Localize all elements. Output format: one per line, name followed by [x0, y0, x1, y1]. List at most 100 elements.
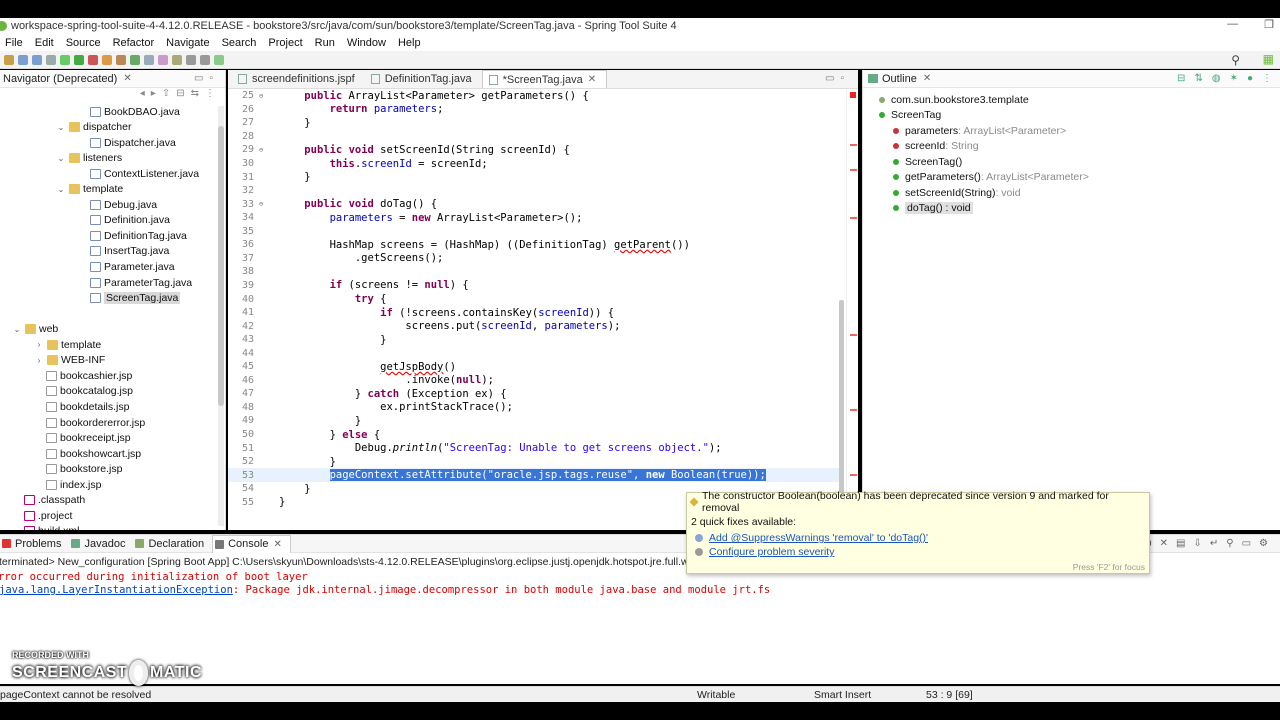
code-line[interactable]: 50 } else {	[228, 428, 840, 442]
code-line[interactable]: 42 screens.put(screenId, parameters);	[228, 319, 840, 333]
outline-item[interactable]: com.sun.bookstore3.template	[879, 92, 1029, 107]
ruler-mark[interactable]	[850, 144, 857, 146]
navigator-item[interactable]: bookcatalog.jsp	[46, 384, 133, 399]
navigator-item[interactable]: ⌄ template	[56, 182, 124, 197]
editor-minmax-icon[interactable]: ▭▫	[825, 73, 850, 84]
view-minmax-icon[interactable]: ▭▫	[194, 73, 219, 84]
navigator-item[interactable]: ⌄ listeners	[56, 151, 122, 166]
code-line[interactable]: 31 }	[228, 170, 840, 184]
navigator-item[interactable]: › template	[34, 337, 102, 352]
open-type-icon[interactable]	[116, 54, 126, 65]
code-line[interactable]: 34 parameters = new ArrayList<Parameter>…	[228, 211, 840, 225]
clear-console-icon[interactable]: ▤	[1176, 538, 1185, 549]
chevron-down-icon[interactable]: ⌄	[56, 185, 66, 194]
pin-icon[interactable]	[214, 54, 224, 65]
ruler-mark[interactable]	[850, 169, 857, 171]
menu-item-navigate[interactable]: Navigate	[161, 37, 216, 49]
code-line[interactable]: 46 .invoke(null);	[228, 374, 840, 388]
scroll-lock-icon[interactable]: ⇩	[1193, 538, 1201, 549]
debug-icon[interactable]	[88, 54, 98, 65]
code-line[interactable]: 45 getJspBody()	[228, 360, 840, 374]
code-line[interactable]: 48 ex.printStackTrace();	[228, 401, 840, 415]
menu-item-file[interactable]: File	[0, 37, 30, 49]
annotation-icon[interactable]	[158, 54, 168, 65]
hide-static-icon[interactable]: ✶	[1230, 73, 1238, 84]
scroll-thumb[interactable]	[218, 126, 224, 406]
code-line[interactable]: 38	[228, 265, 840, 279]
navigator-item[interactable]: bookdetails.jsp	[46, 399, 129, 414]
save-icon[interactable]	[18, 54, 28, 65]
link-editor-icon[interactable]: ⇆	[191, 88, 199, 104]
navigator-item[interactable]: build.xml	[24, 524, 79, 530]
menu-item-source[interactable]: Source	[61, 37, 108, 49]
menu-item-edit[interactable]: Edit	[30, 37, 61, 49]
configure-severity-link[interactable]: Configure problem severity	[709, 546, 834, 558]
code-line[interactable]: 27 }	[228, 116, 840, 130]
code-line[interactable]: 43 }	[228, 333, 840, 347]
menu-item-refactor[interactable]: Refactor	[108, 37, 162, 49]
perspective-icon[interactable]: ▦	[1263, 52, 1274, 66]
chevron-down-icon[interactable]: ⌄	[12, 325, 22, 334]
minimize-icon[interactable]: —	[1227, 18, 1238, 31]
navigator-item[interactable]: bookordererror.jsp	[46, 415, 145, 430]
chevron-right-icon[interactable]: ›	[34, 340, 44, 349]
close-icon[interactable]: ✕	[588, 74, 596, 85]
bottom-tab-javadoc[interactable]: Javadoc	[69, 535, 133, 553]
hide-nonpublic-icon[interactable]: ●	[1247, 73, 1253, 84]
outline-item[interactable]: screenId : String	[893, 139, 979, 154]
chevron-down-icon[interactable]: ⌄	[56, 154, 66, 163]
maximize-icon[interactable]: ❐	[1264, 18, 1274, 31]
close-icon[interactable]: ✕	[923, 73, 931, 84]
navigator-item[interactable]: bookshowcart.jsp	[46, 446, 141, 461]
editor-tab[interactable]: *ScreenTag.java ✕	[481, 70, 608, 88]
code-line[interactable]: 39 if (screens != null) {	[228, 279, 840, 293]
menu-item-help[interactable]: Help	[393, 37, 428, 49]
close-icon[interactable]: ✕	[273, 539, 281, 550]
outline-item[interactable]: ScreenTag	[879, 108, 941, 123]
navigator-item[interactable]: bookstore.jsp	[46, 462, 122, 477]
forward-icon[interactable]	[200, 54, 210, 65]
collapse-all-icon[interactable]: ⊟	[176, 88, 184, 104]
forward-nav-icon[interactable]: ▸	[151, 88, 156, 104]
code-line[interactable]: 49 }	[228, 414, 840, 428]
ruler-mark[interactable]	[850, 217, 857, 219]
search-icon[interactable]: ⚲	[1231, 53, 1240, 67]
navigator-item[interactable]: InsertTag.java	[90, 244, 169, 259]
navigator-item[interactable]: › WEB-INF	[34, 353, 106, 368]
navigator-item[interactable]: Debug.java	[90, 197, 157, 212]
back-icon[interactable]	[186, 54, 196, 65]
sort-icon[interactable]: ⇅	[1194, 73, 1202, 84]
status-insert-mode[interactable]: Smart Insert	[814, 689, 871, 701]
external-tools-icon[interactable]	[102, 54, 112, 65]
navigator-item[interactable]: ParameterTag.java	[90, 275, 192, 290]
navigator-item[interactable]: bookreceipt.jsp	[46, 431, 131, 446]
menu-item-project[interactable]: Project	[263, 37, 309, 49]
navigator-item[interactable]: .classpath	[24, 493, 85, 508]
display-console-icon[interactable]: ▭	[1242, 538, 1251, 549]
spring-boot-icon[interactable]	[60, 54, 70, 65]
code-line[interactable]: 28	[228, 130, 840, 144]
code-line[interactable]: 52 }	[228, 455, 840, 469]
overview-ruler[interactable]	[846, 89, 858, 530]
navigator-item[interactable]: ⌄ web	[12, 322, 59, 337]
run-icon[interactable]	[74, 54, 84, 65]
code-line[interactable]: 36 HashMap screens = (HashMap) ((Definit…	[228, 238, 840, 252]
navigator-item[interactable]: Dispatcher.java	[90, 135, 176, 150]
view-menu-icon[interactable]: ⋮	[205, 88, 215, 104]
bottom-tab-console[interactable]: Console ✕	[212, 534, 291, 553]
pin-console-icon[interactable]: ⚲	[1226, 538, 1233, 549]
suppress-warnings-link[interactable]: Add @SuppressWarnings 'removal' to 'doTa…	[709, 532, 928, 544]
navigator-tab[interactable]: Navigator (Deprecated) ✕ ▭▫	[0, 70, 225, 88]
new-icon[interactable]	[4, 54, 14, 65]
save-all-icon[interactable]	[32, 54, 42, 65]
back-nav-icon[interactable]: ◂	[140, 88, 145, 104]
search-tool-icon[interactable]	[144, 54, 154, 65]
word-wrap-icon[interactable]: ↵	[1210, 538, 1218, 549]
navigator-item[interactable]: ⌄ dispatcher	[56, 120, 132, 135]
code-line[interactable]: 26 return parameters;	[228, 103, 840, 117]
code-area[interactable]: 25 ⊖ public ArrayList<Parameter> getParam…	[228, 89, 840, 530]
bottom-tab-declaration[interactable]: Declaration	[133, 535, 212, 553]
code-line[interactable]: 33 ⊖ public void doTag() {	[228, 197, 840, 211]
navigator-item[interactable]: ScreenTag.java	[90, 291, 181, 306]
navigator-item[interactable]: bookcashier.jsp	[46, 368, 132, 383]
